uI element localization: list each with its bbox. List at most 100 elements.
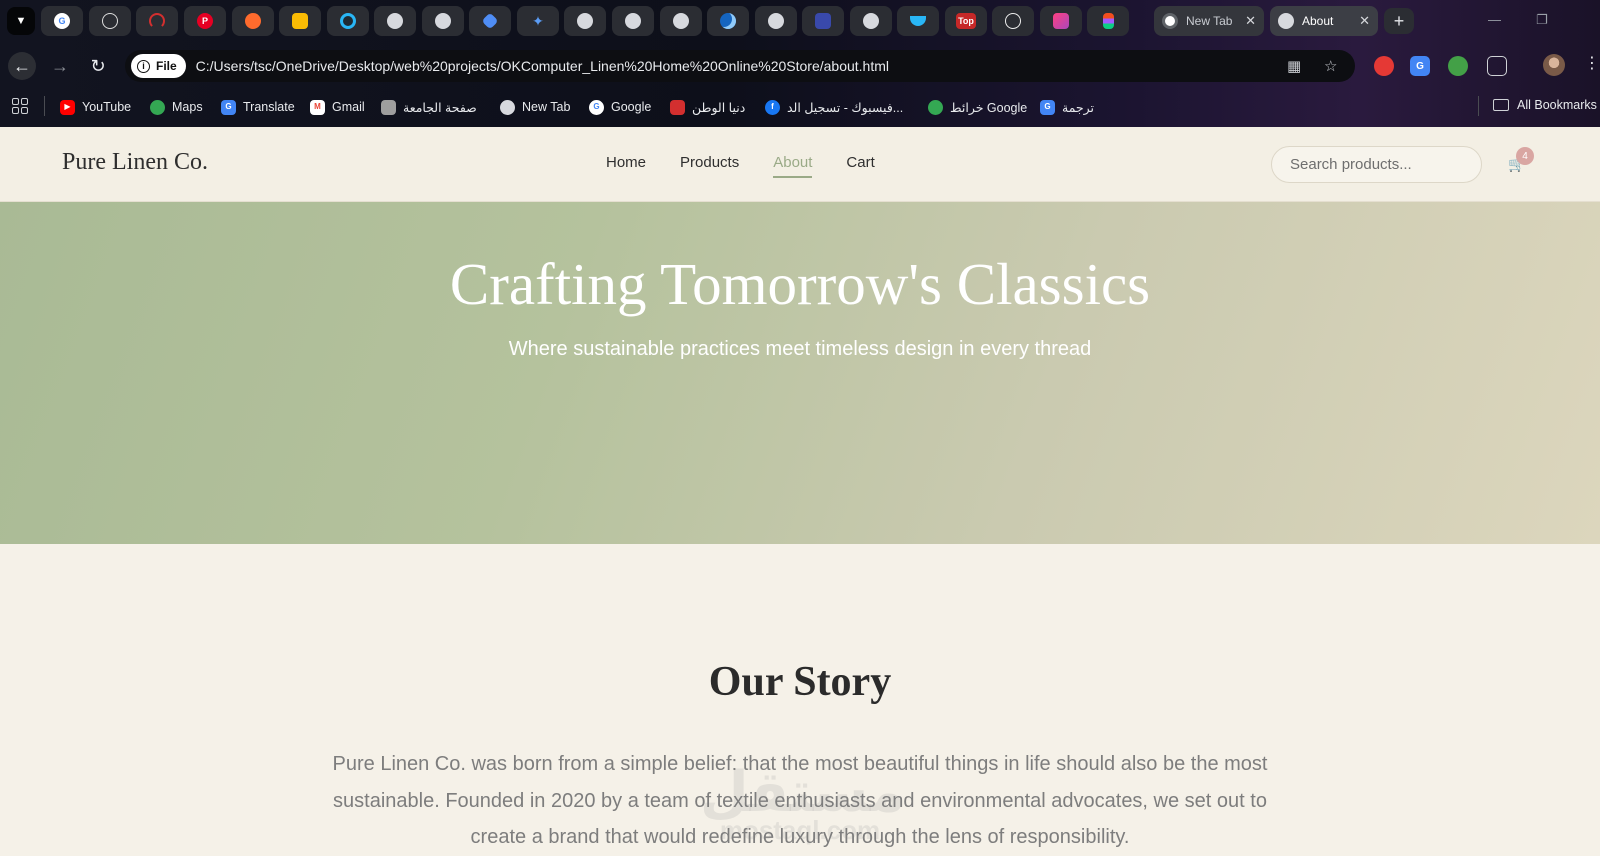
forward-button[interactable]: → bbox=[46, 52, 74, 80]
close-icon[interactable]: ✕ bbox=[1245, 13, 1256, 29]
news-icon bbox=[670, 99, 685, 115]
new-tab-button[interactable]: + bbox=[1384, 8, 1414, 34]
globe-icon bbox=[435, 13, 451, 29]
bookmark-university[interactable]: صفحة الجامعة bbox=[381, 98, 477, 116]
bookmark-new-tab[interactable]: New Tab bbox=[500, 98, 570, 116]
bookmark-facebook[interactable]: f فيسبوك - تسجيل الد... bbox=[765, 98, 903, 116]
nav-cart[interactable]: Cart bbox=[846, 154, 874, 178]
site-info-chip[interactable]: i File bbox=[131, 54, 186, 78]
pinned-tab-openai[interactable] bbox=[992, 6, 1034, 36]
bookmark-label: Translate bbox=[243, 100, 295, 114]
pinned-tab-keep[interactable] bbox=[279, 6, 321, 36]
openai-icon bbox=[1005, 13, 1021, 29]
bracket-icon bbox=[815, 13, 831, 29]
nav-products[interactable]: Products bbox=[680, 154, 739, 178]
bookmark-youtube[interactable]: ▶ YouTube bbox=[60, 98, 131, 116]
ring-icon bbox=[340, 13, 356, 29]
bowl-icon bbox=[910, 16, 926, 26]
minimize-icon[interactable]: — bbox=[1488, 12, 1501, 27]
site-logo[interactable]: Pure Linen Co. bbox=[62, 149, 208, 176]
pinterest-icon: P bbox=[197, 13, 213, 29]
globe-icon bbox=[625, 13, 641, 29]
arrow-left-icon: ← bbox=[13, 55, 31, 76]
search-input[interactable] bbox=[1271, 146, 1482, 183]
pinned-tab-circle[interactable] bbox=[327, 6, 369, 36]
profile-avatar[interactable] bbox=[1543, 54, 1565, 76]
bookmarks-divider bbox=[1478, 96, 1479, 116]
bookmark-google[interactable]: G Google bbox=[589, 98, 651, 116]
nav-home[interactable]: Home bbox=[606, 154, 646, 178]
browser-toolbar: ← → ↻ i File C:/Users/tsc/OneDrive/Deskt… bbox=[0, 44, 1600, 86]
nav-about[interactable]: About bbox=[773, 154, 813, 178]
browser-chrome: ▼ G P ✦ Top New Tab ✕ About ✕ + — ❐ ← → … bbox=[0, 0, 1600, 127]
bookmark-label: YouTube bbox=[82, 100, 132, 114]
pinned-tab-bowl[interactable] bbox=[897, 6, 939, 36]
back-button[interactable]: ← bbox=[8, 52, 36, 80]
moon-icon bbox=[720, 13, 736, 29]
globe-icon bbox=[387, 13, 403, 29]
pinned-tab-photos[interactable] bbox=[1040, 6, 1082, 36]
speedometer-icon bbox=[149, 13, 165, 29]
url-text[interactable]: C:/Users/tsc/OneDrive/Desktop/web%20proj… bbox=[196, 58, 889, 74]
bookmark-label: دنيا الوطن bbox=[692, 100, 746, 115]
pinned-tab-google[interactable]: G bbox=[41, 6, 83, 36]
address-bar[interactable]: i File C:/Users/tsc/OneDrive/Desktop/web… bbox=[125, 50, 1355, 82]
pinned-tab-bracket[interactable] bbox=[802, 6, 844, 36]
pinned-tab-top[interactable]: Top bbox=[945, 6, 987, 36]
bookmarks-bar: ▶ YouTube Maps G Translate M Gmail صفحة الج… bbox=[0, 86, 1600, 127]
maps-pin-icon bbox=[150, 99, 165, 115]
pinned-tab-pinterest[interactable]: P bbox=[184, 6, 226, 36]
tab-new-tab[interactable]: New Tab ✕ bbox=[1154, 6, 1264, 36]
pinned-tab-chatgpt[interactable] bbox=[89, 6, 131, 36]
tab-search-button[interactable]: ▼ bbox=[7, 7, 35, 35]
translate-extension-icon[interactable]: G bbox=[1410, 56, 1430, 76]
adblock-extension-icon[interactable] bbox=[1374, 56, 1394, 76]
reload-icon: ↻ bbox=[90, 55, 106, 76]
pinned-tab-globe-5[interactable] bbox=[660, 6, 702, 36]
tab-about[interactable]: About ✕ bbox=[1270, 6, 1378, 36]
apps-grid-icon[interactable] bbox=[12, 98, 28, 114]
bookmark-maps[interactable]: Maps bbox=[150, 98, 203, 116]
globe-icon bbox=[673, 13, 689, 29]
chatgpt-icon bbox=[102, 13, 118, 29]
pinned-tab-moon[interactable] bbox=[707, 6, 749, 36]
pinned-tab-globe-4[interactable] bbox=[612, 6, 654, 36]
bookmark-label: Google bbox=[611, 100, 652, 114]
section-heading: Our Story bbox=[708, 659, 892, 705]
extensions-puzzle-icon[interactable] bbox=[1487, 56, 1507, 76]
hero-title: Crafting Tomorrow's Classics bbox=[449, 251, 1151, 317]
university-icon bbox=[381, 99, 396, 115]
reload-button[interactable]: ↻ bbox=[84, 52, 112, 80]
close-icon[interactable]: ✕ bbox=[1359, 13, 1370, 29]
all-bookmarks-button[interactable]: All Bookmarks bbox=[1493, 98, 1597, 112]
leaf-extension-icon[interactable] bbox=[1448, 56, 1468, 76]
story-paragraph: Pure Linen Co. was born from a simple be… bbox=[332, 753, 1268, 848]
pinned-tab-globe-2[interactable] bbox=[422, 6, 464, 36]
pinned-tab-globe-3[interactable] bbox=[564, 6, 606, 36]
pinned-tab-gemini[interactable]: ✦ bbox=[517, 6, 559, 36]
pinned-tab-globe-7[interactable] bbox=[850, 6, 892, 36]
top-logo-icon: Top bbox=[956, 13, 976, 29]
bookmark-google-maps[interactable]: خرائط Google bbox=[928, 98, 1027, 116]
bookmark-translate[interactable]: G Translate bbox=[221, 98, 295, 116]
tab-label: New Tab bbox=[1186, 14, 1233, 28]
chrome-icon bbox=[1162, 13, 1178, 29]
bookmark-translate-ar[interactable]: G ترجمة bbox=[1040, 98, 1094, 116]
pinned-tab-globe-1[interactable] bbox=[374, 6, 416, 36]
bookmark-gmail[interactable]: M Gmail bbox=[310, 98, 365, 116]
maximize-icon[interactable]: ❐ bbox=[1536, 12, 1548, 28]
pinned-tab-diamond[interactable] bbox=[469, 6, 511, 36]
bookmark-donia-alwatan[interactable]: دنيا الوطن bbox=[670, 98, 745, 116]
page-viewport: Pure Linen Co. Home Products About Cart … bbox=[0, 127, 1600, 856]
pinned-tab-tinder[interactable] bbox=[232, 6, 274, 36]
pinned-tab-speedtest[interactable] bbox=[136, 6, 178, 36]
translate-page-icon[interactable]: ▦ bbox=[1287, 57, 1301, 75]
tab-strip: ▼ G P ✦ Top New Tab ✕ About ✕ + — ❐ bbox=[0, 0, 1600, 44]
bookmark-star-icon[interactable]: ☆ bbox=[1324, 57, 1337, 75]
menu-kebab-icon[interactable]: ⋮ bbox=[1584, 53, 1600, 73]
bookmark-label: Gmail bbox=[332, 100, 365, 114]
globe-icon bbox=[768, 13, 784, 29]
pinned-tab-globe-6[interactable] bbox=[755, 6, 797, 36]
globe-icon bbox=[863, 13, 879, 29]
pinned-tab-figma[interactable] bbox=[1087, 6, 1129, 36]
